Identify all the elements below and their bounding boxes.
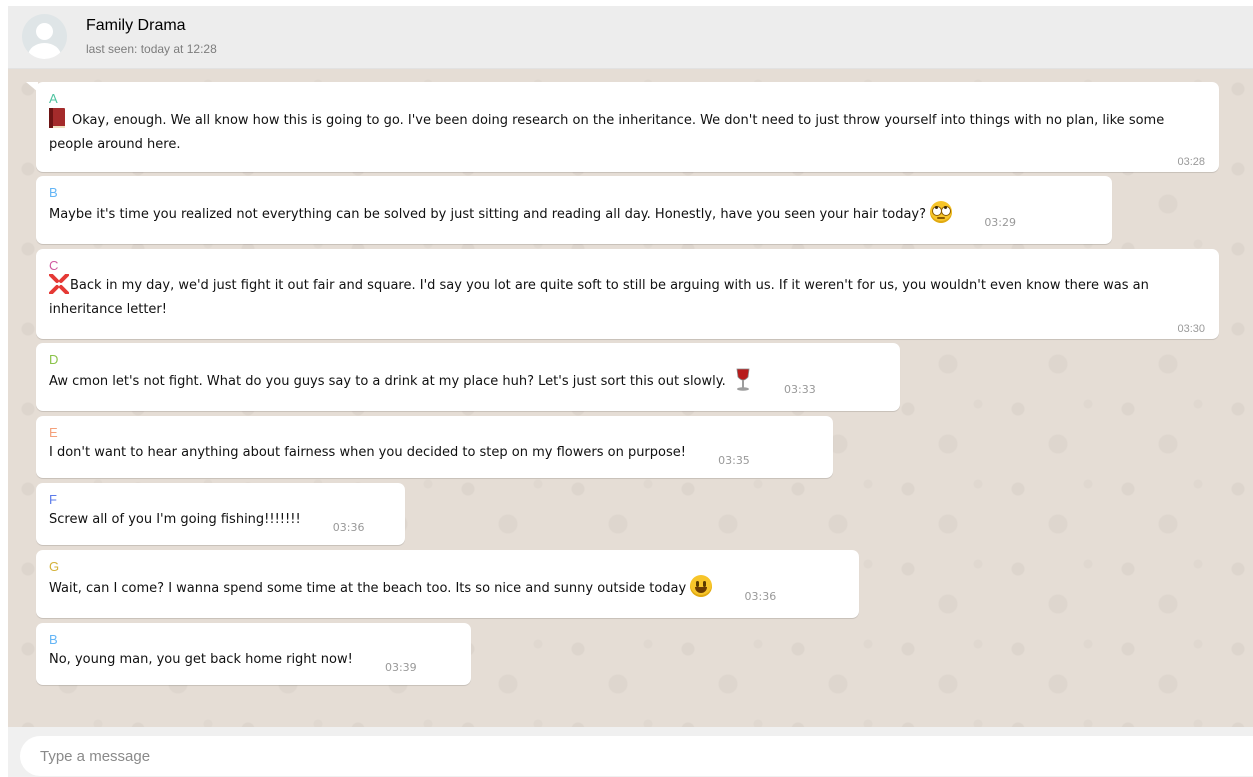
message-text: Screw all of you I'm going fishing!!!!!!… — [49, 512, 301, 527]
sender-name: B — [49, 185, 58, 200]
message-text: Maybe it's time you realized not everyth… — [49, 207, 927, 222]
message-time: 03:29 — [984, 216, 1017, 229]
avatar-body — [28, 43, 61, 59]
message-text: Back in my day, we'd just fight it out f… — [49, 278, 1149, 317]
message-bubble[interactable]: F Screw all of you I'm going fishing!!!!… — [36, 483, 405, 545]
message-text: Okay, enough. We all know how this is go… — [49, 113, 1165, 152]
sender-name: B — [49, 632, 58, 647]
sender-name: G — [49, 559, 60, 574]
message-bubble[interactable]: A Okay, enough. We all know how this is … — [26, 82, 1219, 172]
message-time: 03:39 — [384, 661, 417, 674]
message-text: Wait, can I come? I wanna spend some tim… — [49, 581, 687, 596]
sender-name: E — [49, 425, 58, 440]
wine-glass-icon — [734, 368, 752, 392]
message-bubble[interactable]: B Maybe it's time you realized not every… — [36, 176, 1112, 244]
message-text-row: Maybe it's time you realized not everyth… — [49, 201, 1098, 235]
message-text-row: Screw all of you I'm going fishing!!!!!!… — [49, 508, 391, 540]
message-text-row: I don't want to hear anything about fair… — [49, 441, 819, 473]
sender-name: A — [49, 91, 58, 106]
composer-bar — [8, 727, 1253, 777]
eye-roll-icon — [930, 201, 953, 223]
message-text-row: Okay, enough. We all know how this is go… — [49, 107, 1205, 157]
avatar-head — [36, 23, 53, 40]
message-time: 03:36 — [332, 521, 365, 534]
message-time: 03:36 — [744, 590, 777, 603]
message-time: 03:35 — [718, 454, 750, 467]
message-text-row: Back in my day, we'd just fight it out f… — [49, 273, 1205, 322]
message-text-row: Wait, can I come? I wanna spend some tim… — [49, 575, 845, 609]
sender-name: D — [49, 352, 59, 367]
last-seen-status: last seen: today at 12:28 — [86, 42, 217, 56]
chat-title[interactable]: Family Drama — [86, 17, 186, 35]
message-text: No, young man, you get back home right n… — [49, 652, 353, 667]
message-input[interactable] — [20, 736, 1253, 776]
message-text: Aw cmon let's not fight. What do you guy… — [49, 374, 726, 389]
sender-name: F — [49, 492, 57, 507]
message-bubble[interactable]: E I don't want to hear anything about fa… — [36, 416, 833, 478]
message-time: 03:28 — [1177, 156, 1205, 168]
smiley-icon — [690, 575, 713, 597]
anger-icon — [49, 273, 69, 295]
message-bubble[interactable]: C Back in my day, we'd just fight it out… — [36, 249, 1219, 339]
message-time: 03:30 — [1177, 323, 1205, 335]
message-time: 03:33 — [784, 383, 816, 396]
message-text: I don't want to hear anything about fair… — [49, 445, 686, 460]
book-icon — [49, 107, 66, 129]
message-bubble[interactable]: B No, young man, you get back home right… — [36, 623, 471, 685]
sender-name: C — [49, 258, 59, 273]
chat-header: Family Drama last seen: today at 12:28 — [8, 6, 1253, 69]
message-bubble[interactable]: G Wait, can I come? I wanna spend some t… — [36, 550, 859, 618]
avatar[interactable] — [22, 14, 67, 59]
message-list[interactable]: A Okay, enough. We all know how this is … — [8, 69, 1253, 727]
message-text-row: No, young man, you get back home right n… — [49, 648, 457, 680]
message-bubble[interactable]: D Aw cmon let's not fight. What do you g… — [36, 343, 900, 411]
message-text-row: Aw cmon let's not fight. What do you guy… — [49, 368, 886, 402]
